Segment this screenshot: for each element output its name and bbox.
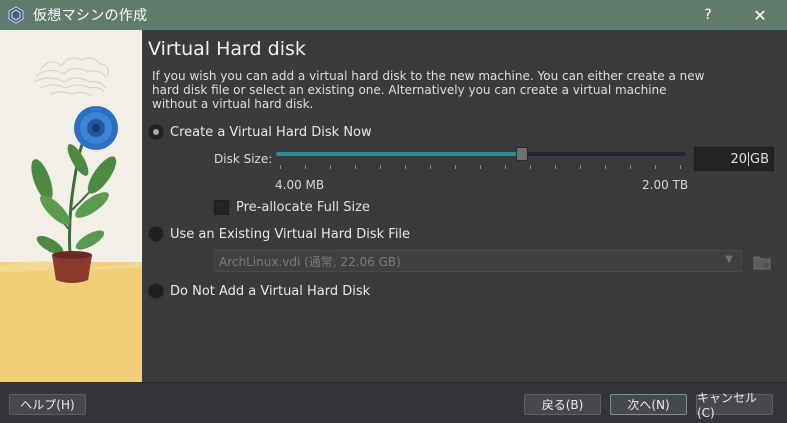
slider-handle[interactable] [516, 147, 528, 161]
next-button[interactable]: 次へ(N) [610, 394, 687, 415]
option-use-existing-label: Use an Existing Virtual Hard Disk File [170, 226, 411, 242]
cancel-button[interactable]: キャンセル(C) [696, 391, 773, 420]
radio-no-disk[interactable] [148, 283, 164, 299]
preallocate-option[interactable]: Pre-allocate Full Size [214, 200, 370, 215]
choose-disk-file-button[interactable] [752, 252, 772, 272]
option-no-disk[interactable]: Do Not Add a Virtual Hard Disk [148, 283, 370, 299]
button-bar: ヘルプ(H) 戻る(B) 次へ(N) キャンセル(C) [0, 382, 787, 423]
text-cursor [748, 152, 749, 166]
slider-fill [276, 152, 522, 156]
disk-size-label: Disk Size: [214, 152, 273, 166]
chevron-down-icon: ▼ [725, 254, 733, 265]
back-button[interactable]: 戻る(B) [524, 394, 601, 415]
page-title: Virtual Hard disk [148, 38, 306, 60]
slider-tick [555, 165, 556, 169]
existing-disk-value: ArchLinux.vdi (通常, 22.06 GB) [219, 254, 401, 269]
option-use-existing[interactable]: Use an Existing Virtual Hard Disk File [148, 226, 410, 242]
slider-tick [580, 165, 581, 169]
slider-tick [405, 165, 406, 169]
slider-tick [355, 165, 356, 169]
folder-icon [753, 256, 771, 270]
slider-tick [330, 165, 331, 169]
slider-tick [305, 165, 306, 169]
disk-size-input[interactable]: 20 GB [694, 147, 774, 171]
slider-tick [280, 165, 281, 169]
help-button[interactable]: ? [688, 0, 728, 30]
preallocate-label: Pre-allocate Full Size [236, 200, 370, 215]
slider-tick [480, 165, 481, 169]
slider-tick [430, 165, 431, 169]
existing-disk-select[interactable]: ArchLinux.vdi (通常, 22.06 GB) ▼ [214, 250, 742, 272]
disk-size-value: 20 [730, 151, 747, 167]
disk-size-max: 2.00 TB [642, 178, 689, 192]
preallocate-checkbox[interactable] [214, 200, 229, 215]
option-create-now[interactable]: Create a Virtual Hard Disk Now [148, 124, 372, 140]
close-button[interactable]: ✕ [740, 0, 780, 30]
disk-size-min: 4.00 MB [275, 178, 325, 192]
radio-use-existing[interactable] [148, 226, 164, 242]
wizard-page: Virtual Hard disk If you wish you can ad… [142, 30, 787, 382]
blue-flower [74, 106, 118, 150]
option-no-disk-label: Do Not Add a Virtual Hard Disk [170, 283, 371, 299]
disk-size-slider[interactable] [276, 147, 686, 170]
option-create-now-label: Create a Virtual Hard Disk Now [170, 124, 372, 140]
virtualbox-icon [8, 6, 24, 24]
page-description: If you wish you can add a virtual hard d… [152, 69, 705, 111]
disk-size-unit: GB [750, 151, 769, 167]
radio-create-now[interactable] [148, 124, 164, 140]
slider-tick [455, 165, 456, 169]
slider-tick [630, 165, 631, 169]
slider-tick [530, 165, 531, 169]
slider-tick [605, 165, 606, 169]
window-title: 仮想マシンの作成 [33, 8, 148, 24]
slider-tick [380, 165, 381, 169]
help-footer-button[interactable]: ヘルプ(H) [9, 394, 86, 415]
slider-tick [505, 165, 506, 169]
wizard-illustration [0, 30, 142, 382]
slider-tick [655, 165, 656, 169]
title-bar: 仮想マシンの作成 ? ✕ [0, 0, 787, 30]
slider-tick [680, 165, 681, 169]
